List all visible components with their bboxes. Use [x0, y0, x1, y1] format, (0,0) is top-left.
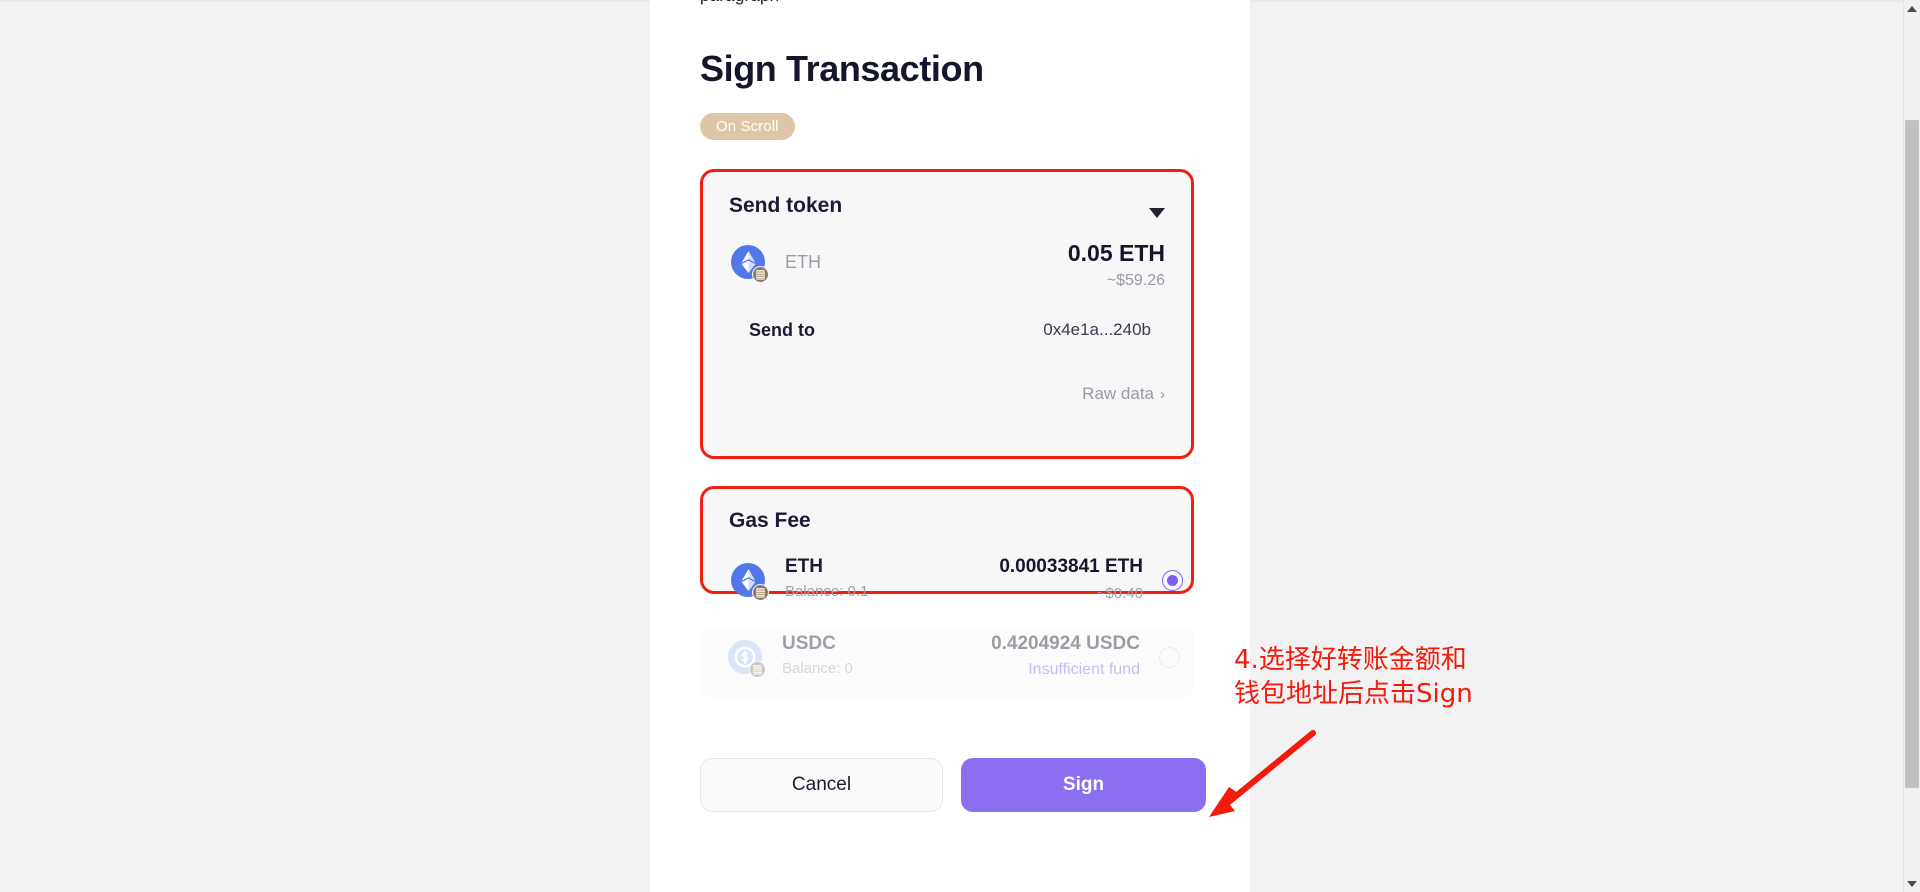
- raw-data-label: Raw data: [1082, 384, 1154, 403]
- gas-fee-usdc-name: USDC: [782, 633, 836, 654]
- scroll-doc-glyph: [753, 664, 762, 675]
- annotation-text: 4.选择好转账金额和 钱包地址后点击Sign: [1234, 645, 1473, 710]
- eth-token-icon: [731, 563, 769, 601]
- scroll-network-icon: [749, 661, 766, 678]
- radio-dot: [1167, 575, 1178, 586]
- gas-fee-eth-balance: Balance: 0.1: [785, 583, 869, 600]
- gas-fee-usdc-balance: Balance: 0: [782, 660, 853, 677]
- send-token-card[interactable]: Send token ETH 0.05 ETH ~$59.26 Send to …: [700, 169, 1194, 459]
- chevron-right-icon: ›: [1160, 386, 1165, 403]
- scroll-up-triangle: [1907, 5, 1917, 12]
- send-token-card-title: Send token: [729, 194, 843, 217]
- raw-data-link[interactable]: Raw data ›: [1082, 384, 1165, 404]
- usdc-token-icon: [728, 640, 766, 678]
- gas-fee-option-eth[interactable]: ETH Balance: 0.1 0.00033841 ETH ~$0.40: [703, 552, 1197, 614]
- scroll-network-icon: [752, 584, 769, 601]
- cancel-button[interactable]: Cancel: [700, 758, 943, 812]
- scroll-network-icon: [752, 266, 769, 283]
- eth-token-icon: [731, 245, 769, 283]
- sign-transaction-modal: paragraph Sign Transaction On Scroll Sen…: [650, 0, 1250, 892]
- gas-fee-card: Gas Fee ETH Balance: 0.1 0.00033841 ETH …: [700, 486, 1194, 602]
- scroll-up-arrow-icon[interactable]: [1904, 0, 1920, 17]
- send-to-label: Send to: [749, 320, 815, 340]
- send-token-symbol: ETH: [785, 252, 821, 272]
- gas-fee-option-usdc: USDC Balance: 0 0.4204924 USDC Insuffici…: [700, 629, 1194, 698]
- gas-fee-eth-amount: 0.00033841 ETH: [999, 556, 1143, 577]
- send-token-fiat: ~$59.26: [1106, 272, 1165, 289]
- gas-fee-eth-fiat: ~$0.40: [1096, 585, 1143, 602]
- gas-fee-usdc-insufficient-note: Insufficient fund: [1028, 661, 1140, 678]
- send-to-address[interactable]: 0x4e1a...240b: [1043, 320, 1151, 340]
- chevron-down-icon[interactable]: [1149, 208, 1165, 218]
- scrollbar-thumb[interactable]: [1905, 120, 1919, 788]
- scroll-down-arrow-icon[interactable]: [1904, 875, 1920, 892]
- gas-fee-usdc-radio: [1159, 647, 1180, 668]
- network-badge: On Scroll: [700, 113, 795, 140]
- vertical-scrollbar[interactable]: [1903, 0, 1920, 892]
- scroll-doc-glyph: [756, 269, 765, 280]
- gas-fee-eth-radio[interactable]: [1162, 570, 1183, 591]
- clipped-top-text: paragraph: [700, 0, 779, 6]
- gas-fee-card-title: Gas Fee: [729, 509, 811, 532]
- send-token-amount: 0.05 ETH: [1067, 240, 1165, 266]
- sign-button[interactable]: Sign: [961, 758, 1206, 812]
- scroll-doc-glyph: [756, 587, 765, 598]
- page-title: Sign Transaction: [700, 48, 984, 89]
- gas-fee-usdc-amount: 0.4204924 USDC: [991, 633, 1140, 654]
- scroll-down-triangle: [1907, 880, 1917, 887]
- app-root: paragraph Sign Transaction On Scroll Sen…: [0, 0, 1920, 892]
- red-arrow-icon: [1209, 730, 1316, 817]
- gas-fee-eth-name: ETH: [785, 556, 823, 577]
